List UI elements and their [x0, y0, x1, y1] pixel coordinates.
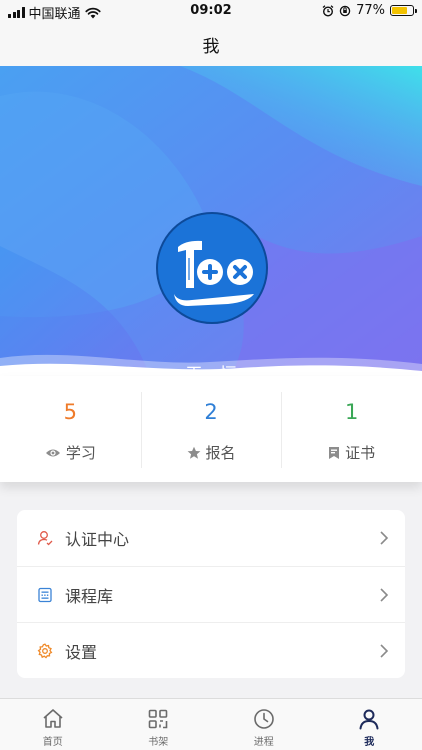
- profile-header: 王一恒: [0, 66, 422, 376]
- stat-certificate-count: 1: [344, 400, 359, 424]
- home-icon: [43, 709, 63, 728]
- user-name[interactable]: 王一恒: [0, 360, 422, 376]
- stat-certificate-label: 证书: [345, 444, 376, 462]
- page-title: 我: [202, 36, 220, 57]
- battery-percent: 77%: [356, 3, 385, 18]
- eye-icon: [45, 449, 60, 456]
- stat-study[interactable]: 5 学习: [0, 376, 141, 482]
- chevron-right-icon: [380, 531, 389, 545]
- user-cert-icon-wrap: [37, 530, 53, 546]
- stats-card: 5 学习 2 报名 1 证书: [0, 376, 422, 482]
- battery-icon: [390, 5, 417, 16]
- menu-label-course-library: 课程库: [65, 586, 114, 606]
- chevron-right-icon: [380, 587, 389, 602]
- menu-label-certification-center: 认证中心: [65, 530, 130, 549]
- stat-enroll-label: 报名: [205, 444, 236, 462]
- stat-certificate-label-row: 证书: [281, 442, 422, 463]
- tab-me-label: 我: [364, 737, 375, 748]
- stat-study-label-row: 学习: [0, 442, 141, 463]
- stat-study-label: 学习: [65, 444, 96, 462]
- tab-bar: 首页 书架 进程 我: [0, 698, 422, 750]
- clock-icon: [253, 709, 274, 729]
- tab-me[interactable]: 我: [317, 699, 422, 750]
- alarm-icon: [322, 4, 334, 17]
- tool-100-logo-icon: [174, 240, 254, 306]
- grid-icon: [148, 709, 168, 729]
- library-icon-wrap: [37, 587, 53, 603]
- menu-item-course-library[interactable]: 课程库: [17, 566, 405, 622]
- star-icon: [187, 446, 200, 459]
- tab-home-label: 首页: [42, 737, 63, 748]
- stat-study-count: 5: [63, 400, 78, 424]
- tab-bookshelf[interactable]: 书架: [106, 699, 212, 750]
- avatar[interactable]: [156, 212, 268, 324]
- tab-progress[interactable]: 进程: [211, 699, 317, 750]
- status-bar: 中国联通 09:02 77%: [0, 0, 422, 22]
- person-icon: [359, 709, 379, 730]
- bookmark-icon: [329, 446, 340, 459]
- stat-enroll-label-row: 报名: [141, 442, 282, 463]
- battery-fill: [392, 7, 408, 14]
- gear-icon-wrap: [37, 642, 53, 659]
- menu-card: 认证中心 课程库 设置: [17, 510, 405, 678]
- stat-enroll-count: 2: [204, 400, 218, 424]
- chevron-right-icon: [380, 643, 389, 658]
- tab-bookshelf-label: 书架: [148, 737, 169, 748]
- tab-home[interactable]: 首页: [0, 699, 106, 750]
- menu-item-settings[interactable]: 设置: [17, 622, 405, 678]
- stat-certificate[interactable]: 1 证书: [281, 376, 422, 482]
- menu-item-certification-center[interactable]: 认证中心: [17, 510, 405, 566]
- menu-label-settings: 设置: [65, 642, 98, 662]
- status-right: 77%: [322, 3, 417, 18]
- gear-icon: [37, 642, 53, 659]
- library-icon: [38, 587, 52, 602]
- rotation-lock-icon: [339, 5, 351, 16]
- nav-bar: 我: [0, 22, 422, 66]
- stat-enroll[interactable]: 2 报名: [140, 376, 282, 482]
- tab-progress-label: 进程: [253, 737, 274, 748]
- user-cert-icon: [37, 531, 53, 546]
